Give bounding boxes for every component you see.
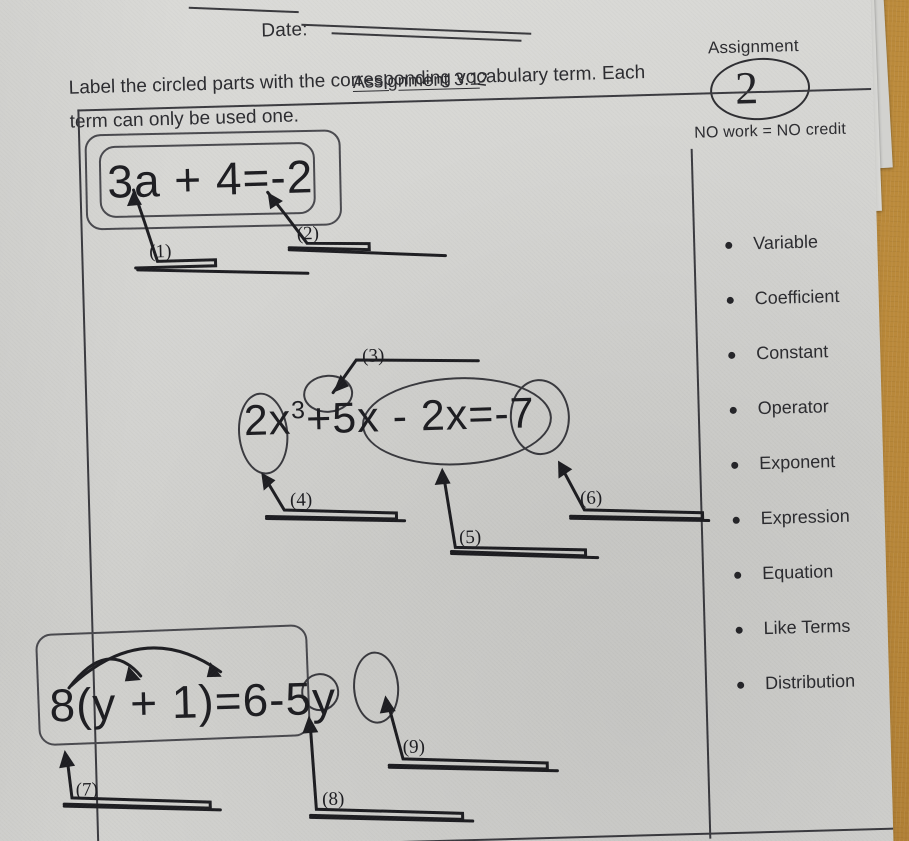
vocab-label: Constant — [755, 341, 829, 364]
vocab-label: Coefficient — [754, 285, 840, 309]
vocab-label: Like Terms — [763, 615, 851, 639]
vocab-label: Operator — [757, 396, 829, 419]
vocab-label: Variable — [752, 231, 819, 254]
answer-number-8: (8) — [321, 788, 345, 811]
answer-number-9: (9) — [402, 736, 426, 758]
equation-3-annotations — [0, 0, 614, 841]
worksheet-photo: Date: Label the circled parts with the c… — [0, 0, 909, 841]
vocab-label: Exponent — [758, 451, 836, 474]
answer-number-7: (7) — [75, 779, 99, 801]
vocab-label: Expression — [760, 505, 850, 529]
vocab-label: Distribution — [764, 670, 856, 694]
worksheet-page: Date: Label the circled parts with the c… — [0, 0, 895, 841]
vocab-label: Equation — [761, 561, 834, 584]
